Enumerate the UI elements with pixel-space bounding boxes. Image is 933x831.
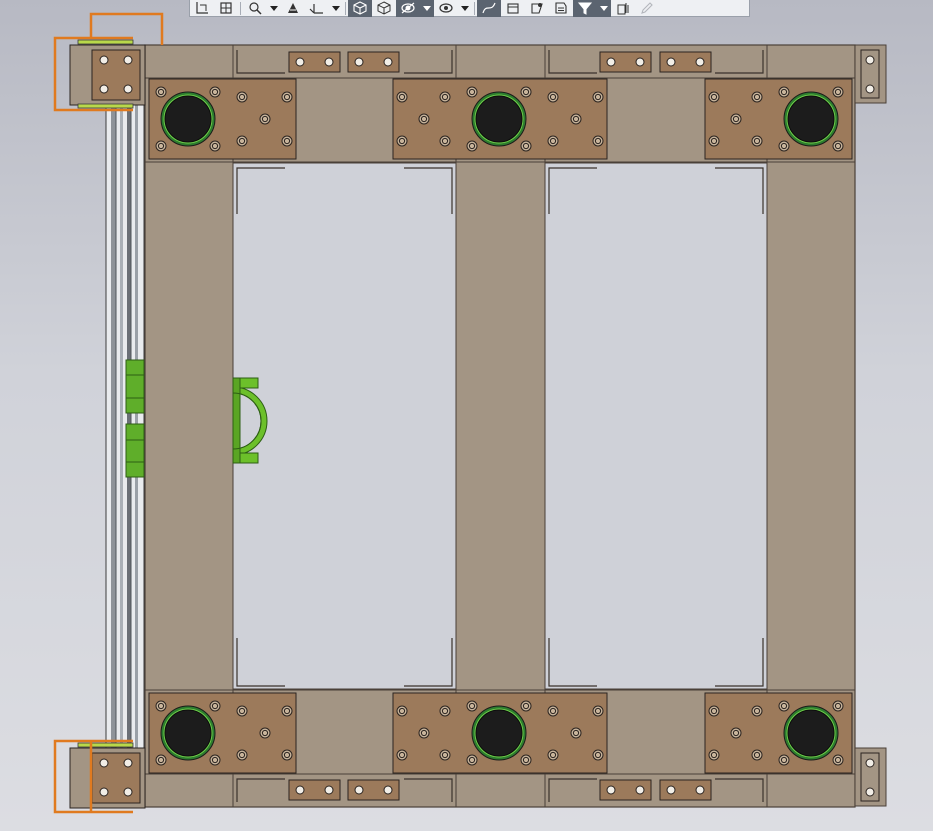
toolbar-separator bbox=[474, 1, 475, 15]
filter-icon[interactable] bbox=[573, 0, 597, 17]
bearing-plates-top[interactable] bbox=[148, 78, 853, 160]
display-eye-icon[interactable] bbox=[434, 0, 458, 17]
chevron-down-icon[interactable] bbox=[458, 0, 472, 17]
bearing-plates-bottom[interactable] bbox=[148, 692, 853, 774]
rotate-view-icon[interactable] bbox=[281, 0, 305, 17]
cad-viewport[interactable] bbox=[0, 0, 933, 831]
hide-show-icon[interactable] bbox=[396, 0, 420, 17]
axes-triad-icon[interactable] bbox=[305, 0, 329, 17]
dimensions-toggle-icon[interactable] bbox=[549, 0, 573, 17]
toolbar-separator bbox=[345, 1, 346, 15]
chevron-down-icon[interactable] bbox=[420, 0, 434, 17]
view-toolbar bbox=[189, 0, 750, 17]
zoom-area-icon[interactable] bbox=[243, 0, 267, 17]
chevron-down-icon[interactable] bbox=[597, 0, 611, 17]
chevron-down-icon[interactable] bbox=[267, 0, 281, 17]
layers-icon[interactable] bbox=[611, 0, 635, 17]
pencil-icon bbox=[635, 0, 659, 17]
shaded-cube-icon[interactable] bbox=[348, 0, 372, 17]
sketch-toggle-icon[interactable] bbox=[501, 0, 525, 17]
view-orientation-icon[interactable] bbox=[214, 0, 238, 17]
chevron-down-icon[interactable] bbox=[329, 0, 343, 17]
wireframe-cube-icon[interactable] bbox=[372, 0, 396, 17]
toolbar-separator bbox=[240, 1, 241, 15]
section-view-icon[interactable] bbox=[190, 0, 214, 17]
curves-toggle-icon[interactable] bbox=[477, 0, 501, 17]
points-toggle-icon[interactable] bbox=[525, 0, 549, 17]
model-drawing[interactable] bbox=[0, 0, 933, 831]
